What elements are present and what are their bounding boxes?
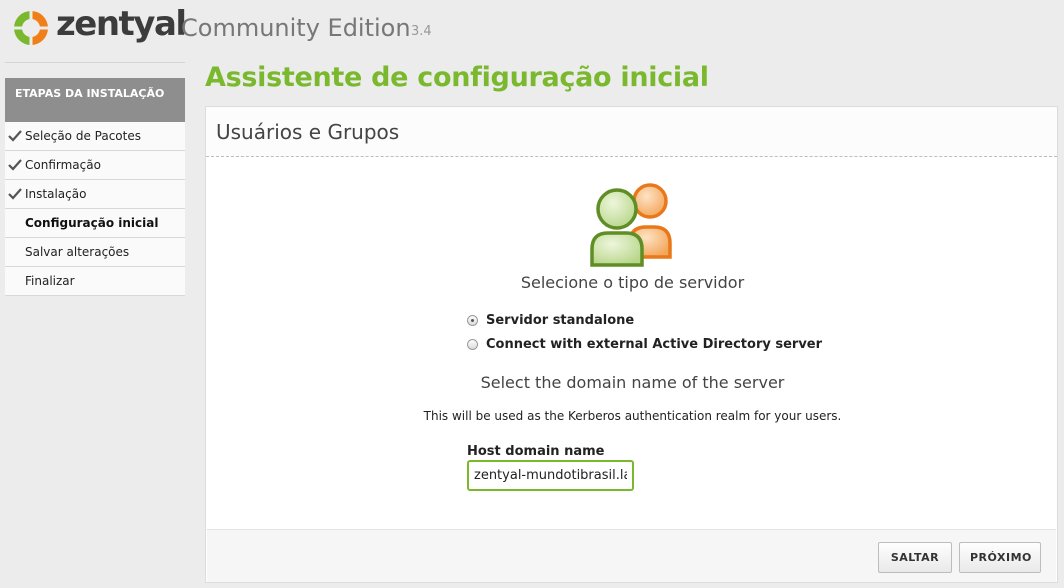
panel-title: Usuários e Grupos: [206, 107, 1057, 157]
domain-heading: Select the domain name of the server: [480, 373, 785, 392]
zentyal-logo-icon: [12, 9, 50, 47]
step-confirmation: Confirmação: [5, 151, 185, 180]
domain-description: This will be used as the Kerberos authen…: [423, 409, 842, 423]
step-finish: Finalizar: [5, 267, 185, 296]
step-label: Finalizar: [25, 274, 75, 288]
server-type-heading: Selecione o tipo de servidor: [520, 273, 745, 292]
step-package-selection: Seleção de Pacotes: [5, 122, 185, 151]
checkmark-icon: [8, 130, 22, 142]
host-domain-input[interactable]: [467, 460, 634, 491]
page-title: Assistente de configuração inicial: [205, 62, 709, 93]
installation-steps-sidebar: ETAPAS DA INSTALAÇÃO Seleção de Pacotes …: [5, 62, 185, 296]
step-label: Salvar alterações: [25, 245, 130, 259]
app-header: zentyal Community Edition 3.4: [0, 0, 1064, 58]
step-label: Seleção de Pacotes: [25, 129, 141, 143]
sidebar-title: ETAPAS DA INSTALAÇÃO: [5, 78, 185, 122]
checkmark-icon: [8, 159, 22, 171]
step-label: Instalação: [25, 187, 87, 201]
next-button[interactable]: PRÓXIMO: [959, 542, 1041, 573]
brand-name: zentyal: [56, 4, 187, 44]
radio-label: Connect with external Active Directory s…: [486, 337, 823, 352]
radio-button-selected[interactable]: [467, 315, 478, 326]
radio-label: Servidor standalone: [486, 313, 635, 328]
version-label: 3.4: [411, 24, 432, 39]
users-group-icon: [590, 183, 672, 267]
panel-footer: SALTAR PRÓXIMO: [207, 529, 1056, 582]
step-label: Configuração inicial: [25, 216, 159, 230]
host-domain-label: Host domain name: [467, 444, 605, 459]
checkmark-icon: [8, 188, 22, 200]
step-installation: Instalação: [5, 180, 185, 209]
radio-button[interactable]: [467, 339, 478, 350]
wizard-panel: Usuários e Grupos Selecione o tipo de se…: [205, 106, 1058, 583]
step-label: Confirmação: [25, 158, 101, 172]
skip-button[interactable]: SALTAR: [878, 542, 952, 573]
step-save-changes: Salvar alterações: [5, 238, 185, 267]
step-initial-configuration: Configuração inicial: [5, 209, 185, 238]
sidebar-divider: [5, 62, 185, 63]
edition-label: Community Edition: [181, 14, 411, 42]
